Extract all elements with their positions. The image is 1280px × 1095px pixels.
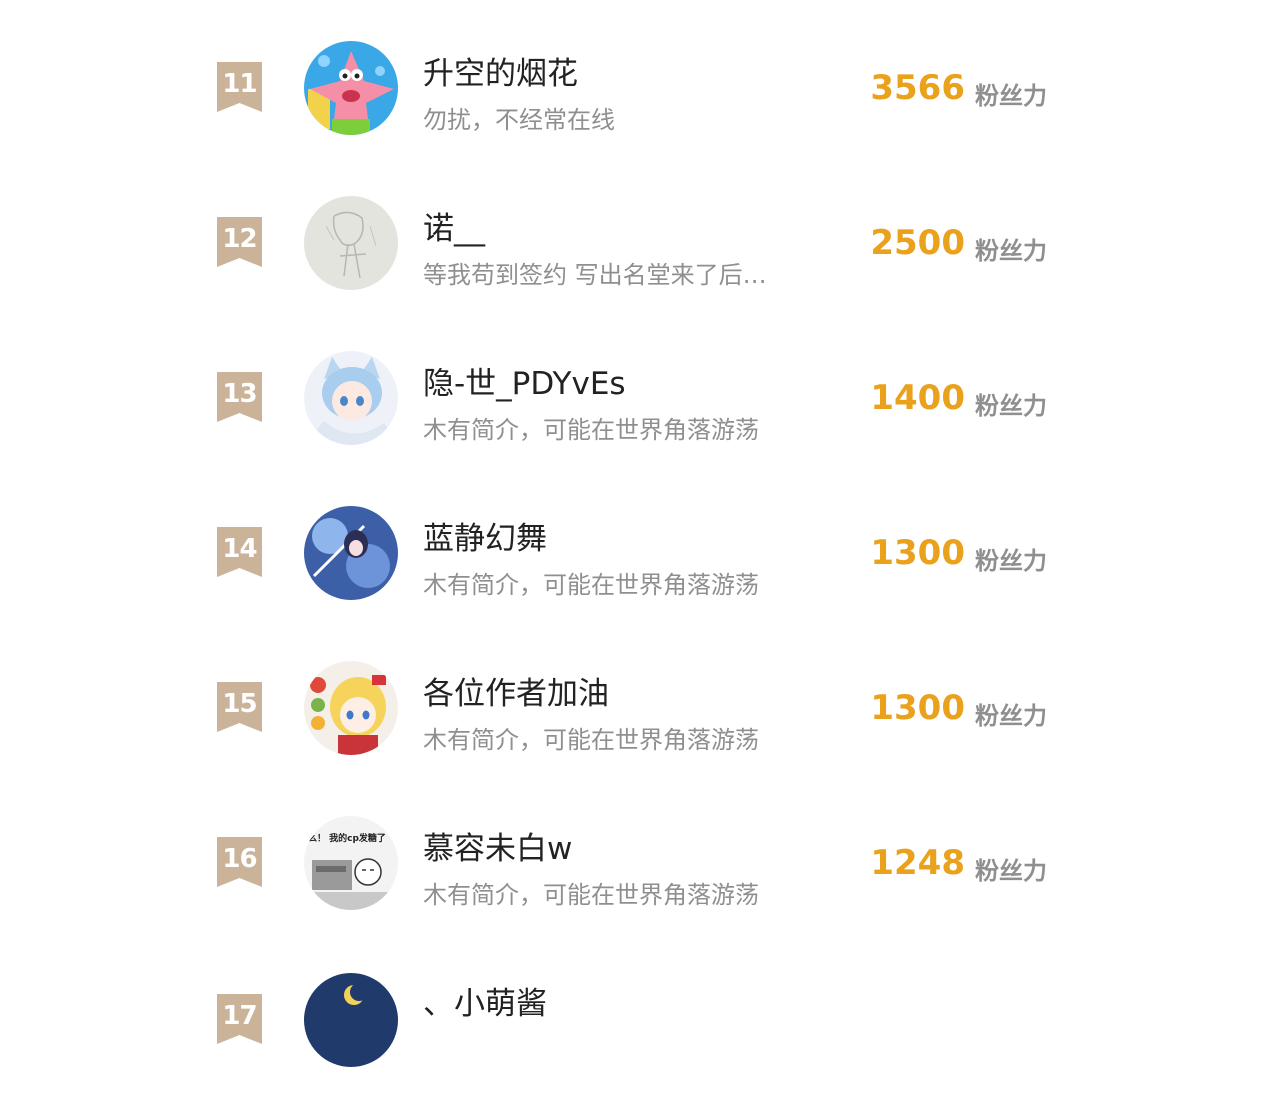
rank-badge: 17 [217, 994, 262, 1044]
list-item[interactable]: 13 隐-世_PDYvEs 木有简介，可能在世界角落游荡 1400 粉丝力 [0, 320, 1280, 475]
list-item[interactable]: 16 么！ 我的cp发糖了 慕容未白w 木有简介，可能在世界角落游荡 1248 … [0, 785, 1280, 940]
rank-number: 15 [222, 689, 257, 719]
rank-badge: 12 [217, 217, 262, 267]
fan-score-unit: 粉丝力 [975, 392, 1047, 420]
list-item[interactable]: 17 、小萌酱 [0, 940, 1280, 1095]
fan-score-unit: 粉丝力 [975, 82, 1047, 110]
list-item[interactable]: 12 诺__ 等我苟到签约 写出名堂来了后… 2500 粉丝力 [0, 165, 1280, 320]
avatar[interactable] [304, 506, 398, 600]
rank-number: 16 [222, 844, 257, 874]
list-item[interactable]: 14 蓝静幻舞 木有简介，可能在世界角落游荡 1300 粉丝力 [0, 475, 1280, 630]
user-name: 蓝静幻舞 [423, 521, 547, 557]
rank-number: 11 [222, 69, 257, 99]
avatar[interactable] [304, 41, 398, 135]
user-bio: 勿扰，不经常在线 [423, 106, 615, 134]
blue-anime-avatar-icon [304, 506, 398, 600]
avatar[interactable] [304, 661, 398, 755]
user-name: 升空的烟花 [423, 56, 578, 92]
fan-score-unit: 粉丝力 [975, 702, 1047, 730]
rank-number: 17 [222, 1001, 257, 1031]
rank-badge: 13 [217, 372, 262, 422]
user-name: 各位作者加油 [423, 676, 609, 712]
rank-badge: 15 [217, 682, 262, 732]
fan-score-unit: 粉丝力 [975, 237, 1047, 265]
rank-number: 14 [222, 534, 257, 564]
avatar[interactable] [304, 351, 398, 445]
patrick-star-avatar-icon [304, 41, 398, 135]
rank-badge: 16 [217, 837, 262, 887]
fan-score-unit: 粉丝力 [975, 547, 1047, 575]
fan-score: 2500 [870, 223, 965, 263]
user-bio: 木有简介，可能在世界角落游荡 [423, 881, 759, 909]
user-name: 隐-世_PDYvEs [423, 366, 626, 402]
fan-score-unit: 粉丝力 [975, 857, 1047, 885]
blonde-anime-avatar-icon [304, 661, 398, 755]
avatar[interactable]: 么！ 我的cp发糖了 [304, 816, 398, 910]
fan-score: 1300 [870, 533, 965, 573]
list-item[interactable]: 11 升空的烟花 勿扰，不经常在线 3566 粉丝力 [0, 10, 1280, 165]
avatar[interactable] [304, 196, 398, 290]
user-name: 诺__ [423, 211, 485, 247]
fan-score: 1300 [870, 688, 965, 728]
manga-meme-avatar-icon: 么！ 我的cp发糖了 [304, 816, 398, 910]
fan-score: 1400 [870, 378, 965, 418]
fan-score: 1248 [870, 843, 965, 883]
user-name: 、小萌酱 [423, 986, 547, 1022]
rank-badge: 11 [217, 62, 262, 112]
fan-score: 3566 [870, 68, 965, 108]
night-moon-avatar-icon [304, 973, 398, 1067]
user-bio: 木有简介，可能在世界角落游荡 [423, 416, 759, 444]
user-bio: 木有简介，可能在世界角落游荡 [423, 726, 759, 754]
user-bio: 木有简介，可能在世界角落游荡 [423, 571, 759, 599]
rank-number: 12 [222, 224, 257, 254]
sketch-avatar-icon [304, 196, 398, 290]
rank-number: 13 [222, 379, 257, 409]
rank-badge: 14 [217, 527, 262, 577]
fan-ranking-list: 11 升空的烟花 勿扰，不经常在线 3566 粉丝力 12 诺__ 等我苟到签约… [0, 0, 1280, 1067]
avatar[interactable] [304, 973, 398, 1067]
list-item[interactable]: 15 各位作者加油 木有简介，可能在世界角落游荡 1300 粉丝力 [0, 630, 1280, 785]
avatar-caption: 么！ 我的cp发糖了 [308, 832, 386, 844]
user-name: 慕容未白w [423, 831, 573, 867]
user-bio: 等我苟到签约 写出名堂来了后… [423, 261, 767, 289]
anime-catgirl-avatar-icon [304, 351, 398, 445]
